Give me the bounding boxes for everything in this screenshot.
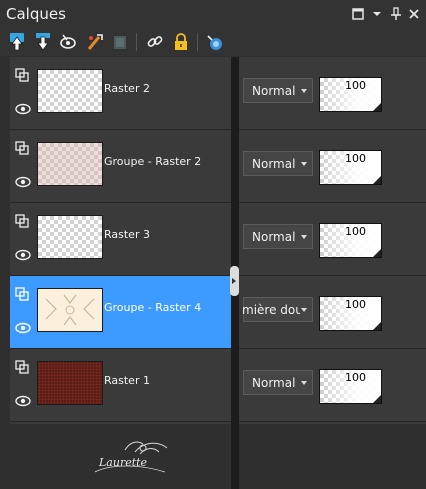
new-vector-layer-icon[interactable]	[33, 31, 53, 53]
opacity-value: 100	[345, 298, 366, 311]
panel-title: Calques	[6, 5, 66, 23]
chevron-down-icon	[301, 235, 307, 239]
layer-highlight-icon[interactable]	[205, 31, 225, 53]
link-layers-icon[interactable]	[145, 31, 165, 53]
opacity-value: 100	[345, 225, 366, 238]
layer-thumbnail	[37, 288, 103, 332]
visibility-eye-icon[interactable]	[15, 174, 31, 188]
lock-transparency-icon[interactable]	[171, 31, 191, 53]
layer-thumbnail	[37, 69, 103, 113]
layer-name: Groupe - Raster 2	[104, 155, 202, 168]
layer-properties-row: Normal 100	[239, 57, 426, 130]
visibility-eye-icon[interactable]	[15, 101, 31, 115]
layer-properties-row: Normal 100	[239, 203, 426, 276]
layer-name: Groupe - Raster 4	[104, 301, 202, 314]
layer-thumbnail	[37, 142, 103, 186]
blend-mode-dropdown[interactable]: Normal	[243, 224, 313, 249]
new-raster-layer-icon[interactable]	[7, 31, 27, 53]
watermark-logo: Laurette	[85, 432, 175, 482]
new-mask-layer-icon[interactable]	[58, 31, 78, 53]
layer-name: Raster 3	[104, 228, 150, 241]
layer-row[interactable]: Raster 1	[10, 349, 231, 422]
blend-mode-value: Normal	[252, 376, 296, 390]
layer-type-icon[interactable]	[15, 286, 29, 301]
layer-type-icon[interactable]	[15, 359, 29, 374]
toolbar-separator	[136, 33, 137, 51]
opacity-slider[interactable]: 100	[319, 150, 382, 185]
chevron-down-icon	[301, 308, 307, 312]
panel-splitter[interactable]	[230, 57, 239, 489]
opacity-value: 100	[345, 152, 366, 165]
watermark-text: Laurette	[99, 456, 148, 469]
visibility-eye-icon[interactable]	[15, 247, 31, 261]
opacity-slider[interactable]: 100	[319, 369, 382, 404]
opacity-value: 100	[345, 79, 366, 92]
blend-mode-dropdown[interactable]: mière dou	[242, 297, 313, 322]
layer-properties-row: Normal 100	[239, 130, 426, 203]
layer-name: Raster 1	[104, 374, 150, 387]
layer-row[interactable]: Raster 3	[10, 203, 231, 276]
layer-properties-list: Normal 100 Normal 100 Normal 100 mière d…	[239, 57, 426, 424]
blend-mode-dropdown[interactable]: Normal	[243, 151, 313, 176]
visibility-eye-icon[interactable]	[15, 320, 31, 334]
layer-properties-row: mière dou 100	[239, 276, 426, 349]
layer-row[interactable]: Groupe - Raster 2	[10, 130, 231, 203]
blend-mode-dropdown[interactable]: Normal	[243, 370, 313, 395]
layer-row[interactable]: Raster 2	[10, 57, 231, 130]
pin-icon[interactable]	[388, 6, 404, 22]
blend-mode-value: Normal	[252, 230, 296, 244]
splitter-grip-handle[interactable]	[230, 266, 239, 296]
panel-menu-chevron-down-icon[interactable]	[369, 6, 385, 22]
layer-row-selected[interactable]: Groupe - Raster 4	[10, 276, 231, 349]
layer-type-icon[interactable]	[15, 213, 29, 228]
blend-mode-value: Normal	[252, 84, 296, 98]
visibility-eye-icon[interactable]	[15, 393, 31, 407]
layer-thumbnail	[37, 215, 103, 259]
layer-name: Raster 2	[104, 82, 150, 95]
blend-mode-dropdown[interactable]: Normal	[243, 78, 313, 103]
merge-layer-icon[interactable]	[110, 31, 130, 53]
opacity-value: 100	[345, 371, 366, 384]
chevron-down-icon	[301, 381, 307, 385]
panel-empty-area: Laurette	[10, 424, 231, 489]
maximize-icon[interactable]	[350, 6, 366, 22]
close-icon[interactable]	[406, 6, 422, 22]
opacity-slider[interactable]: 100	[319, 296, 382, 331]
layer-thumbnail	[37, 361, 103, 405]
panel-titlebar: Calques	[0, 0, 426, 30]
opacity-slider[interactable]: 100	[319, 223, 382, 258]
new-adjustment-layer-icon[interactable]	[85, 31, 105, 53]
blend-mode-value: mière dou	[242, 303, 300, 317]
chevron-down-icon	[301, 89, 307, 93]
layer-properties-row: Normal 100	[239, 349, 426, 422]
layer-type-icon[interactable]	[15, 67, 29, 82]
toolbar-separator	[197, 33, 198, 51]
blend-mode-value: Normal	[252, 157, 296, 171]
chevron-down-icon	[301, 162, 307, 166]
layer-type-icon[interactable]	[15, 140, 29, 155]
opacity-slider[interactable]: 100	[319, 77, 382, 112]
layers-toolbar	[0, 30, 426, 56]
layers-list: Raster 2 Groupe - Raster 2 Raster 3 Grou…	[10, 57, 231, 424]
